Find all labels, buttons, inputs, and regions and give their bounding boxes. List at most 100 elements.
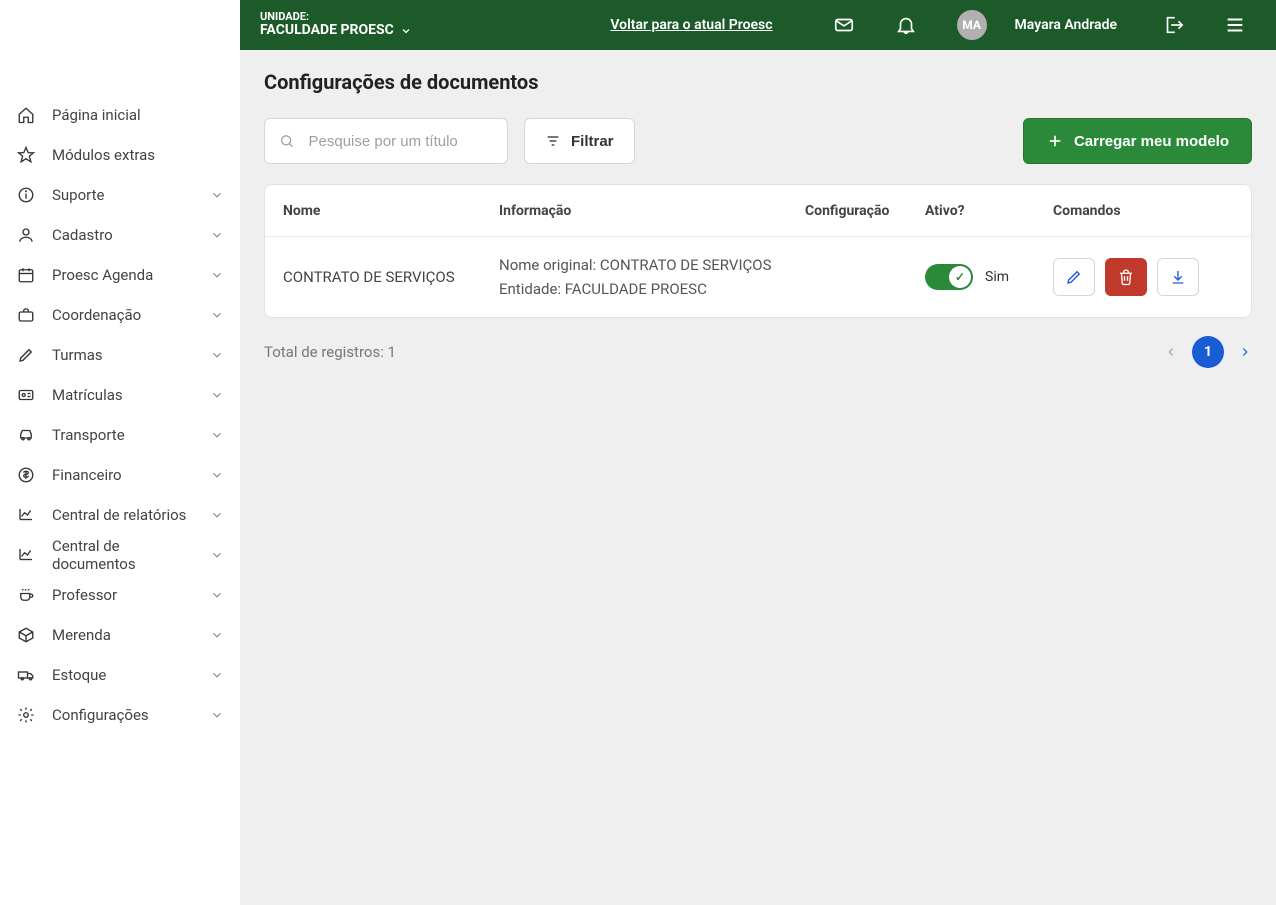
th-config: Configuração — [805, 203, 925, 219]
sidebar-item-label: Módulos extras — [52, 146, 224, 164]
cell-name: CONTRATO DE SERVIÇOS — [283, 268, 499, 286]
table-header: Nome Informação Configuração Ativo? Coma… — [265, 185, 1251, 237]
download-icon — [1169, 268, 1187, 286]
filter-button[interactable]: Filtrar — [524, 118, 635, 164]
user-name: Mayara Andrade — [1015, 17, 1117, 33]
download-button[interactable] — [1157, 258, 1199, 296]
chart-icon — [16, 505, 36, 525]
back-link[interactable]: Voltar para o atual Proesc — [610, 17, 772, 33]
sidebar-item-coordination[interactable]: Coordenação — [0, 295, 240, 335]
sidebar-item-enrollments[interactable]: Matrículas — [0, 375, 240, 415]
page-number[interactable]: 1 — [1192, 336, 1224, 368]
sidebar-item-label: Proesc Agenda — [52, 266, 194, 284]
chevron-down-icon — [210, 228, 224, 242]
main-area: UNIDADE: FACULDADE PROESC Voltar para o … — [240, 0, 1276, 905]
sidebar-item-modules[interactable]: Módulos extras — [0, 135, 240, 175]
menu-icon[interactable] — [1224, 14, 1246, 36]
search-box[interactable] — [264, 118, 508, 164]
page-title: Configurações de documentos — [264, 70, 1252, 94]
th-active: Ativo? — [925, 203, 1053, 219]
avatar[interactable]: MA — [957, 10, 987, 40]
toolbar: Filtrar Carregar meu modelo — [264, 118, 1252, 164]
chevron-down-icon — [210, 508, 224, 522]
sidebar-item-label: Professor — [52, 586, 194, 604]
sidebar-item-register[interactable]: Cadastro — [0, 215, 240, 255]
th-commands: Comandos — [1053, 203, 1233, 219]
table-row: CONTRATO DE SERVIÇOS Nome original: CONT… — [265, 237, 1251, 317]
home-icon — [16, 105, 36, 125]
cell-active: Sim — [925, 264, 1053, 290]
sidebar-item-documents[interactable]: Central de documentos — [0, 535, 240, 575]
chevron-down-icon — [210, 188, 224, 202]
unit-name: FACULDADE PROESC — [260, 23, 394, 38]
chevron-down-icon — [210, 708, 224, 722]
upload-model-button[interactable]: Carregar meu modelo — [1023, 118, 1252, 164]
active-toggle[interactable] — [925, 264, 973, 290]
sidebar-item-label: Coordenação — [52, 306, 194, 324]
sidebar-item-meal[interactable]: Merenda — [0, 615, 240, 655]
chevron-down-icon — [210, 308, 224, 322]
chevron-down-icon — [210, 268, 224, 282]
sidebar-item-label: Estoque — [52, 666, 194, 684]
calendar-icon — [16, 265, 36, 285]
search-icon — [279, 132, 295, 150]
sidebar-item-teacher[interactable]: Professor — [0, 575, 240, 615]
star-icon — [16, 145, 36, 165]
sidebar-item-label: Cadastro — [52, 226, 194, 244]
table: Nome Informação Configuração Ativo? Coma… — [264, 184, 1252, 318]
chevron-down-icon — [210, 428, 224, 442]
sidebar-item-label: Financeiro — [52, 466, 194, 484]
sidebar-item-label: Suporte — [52, 186, 194, 204]
pencil-icon — [16, 345, 36, 365]
sidebar-item-transport[interactable]: Transporte — [0, 415, 240, 455]
sidebar-item-label: Turmas — [52, 346, 194, 364]
delete-button[interactable] — [1105, 258, 1147, 296]
upload-label: Carregar meu modelo — [1074, 133, 1229, 150]
info-line: Nome original: CONTRATO DE SERVIÇOS — [499, 253, 805, 277]
info-line: Entidade: FACULDADE PROESC — [499, 277, 805, 301]
mail-icon[interactable] — [833, 14, 855, 36]
cell-info: Nome original: CONTRATO DE SERVIÇOS Enti… — [499, 253, 805, 301]
trash-icon — [1117, 268, 1135, 286]
sidebar-item-label: Merenda — [52, 626, 194, 644]
th-nome: Nome — [283, 203, 499, 219]
sidebar-item-label: Transporte — [52, 426, 194, 444]
dollar-icon — [16, 465, 36, 485]
sidebar-item-finance[interactable]: Financeiro — [0, 455, 240, 495]
table-footer: Total de registros: 1 1 — [264, 336, 1252, 368]
filter-icon — [545, 133, 561, 149]
edit-button[interactable] — [1053, 258, 1095, 296]
chevron-down-icon — [210, 588, 224, 602]
search-input[interactable] — [309, 133, 493, 150]
logout-icon[interactable] — [1162, 14, 1184, 36]
chevron-down-icon — [210, 388, 224, 402]
chart-icon — [16, 545, 36, 565]
sidebar-item-classes[interactable]: Turmas — [0, 335, 240, 375]
pagination: 1 — [1164, 336, 1252, 368]
chevron-down-icon — [210, 668, 224, 682]
filter-label: Filtrar — [571, 133, 614, 150]
sidebar-item-settings[interactable]: Configurações — [0, 695, 240, 735]
chevron-down-icon — [210, 468, 224, 482]
sidebar-item-home[interactable]: Página inicial — [0, 95, 240, 135]
active-text: Sim — [985, 269, 1009, 285]
sidebar-item-support[interactable]: Suporte — [0, 175, 240, 215]
sidebar-item-label: Configurações — [52, 706, 194, 724]
bell-icon[interactable] — [895, 14, 917, 36]
sidebar-item-agenda[interactable]: Proesc Agenda — [0, 255, 240, 295]
page-next[interactable] — [1238, 345, 1252, 359]
gear-icon — [16, 705, 36, 725]
unit-selector[interactable]: UNIDADE: FACULDADE PROESC — [260, 11, 412, 38]
topbar: UNIDADE: FACULDADE PROESC Voltar para o … — [240, 0, 1276, 50]
sidebar-item-reports[interactable]: Central de relatórios — [0, 495, 240, 535]
id-card-icon — [16, 385, 36, 405]
chevron-down-icon — [400, 25, 412, 37]
sidebar-item-stock[interactable]: Estoque — [0, 655, 240, 695]
coffee-icon — [16, 585, 36, 605]
plus-icon — [1046, 132, 1064, 150]
content: Configurações de documentos Filtrar Carr… — [240, 50, 1276, 388]
chevron-down-icon — [210, 348, 224, 362]
box-icon — [16, 625, 36, 645]
pencil-icon — [1065, 268, 1083, 286]
sidebar: Página inicial Módulos extras Suporte Ca… — [0, 0, 240, 905]
